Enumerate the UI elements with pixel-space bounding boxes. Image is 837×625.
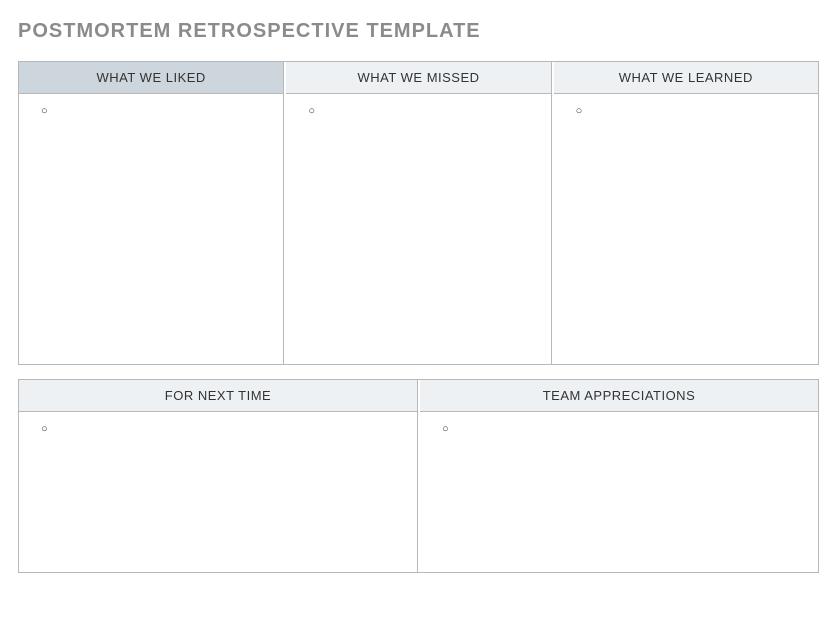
- col-what-we-liked: WHAT WE LIKED ○: [19, 62, 284, 364]
- col-body-missed[interactable]: ○: [286, 94, 550, 364]
- col-body-learned[interactable]: ○: [554, 94, 818, 364]
- bottom-row: FOR NEXT TIME ○ TEAM APPRECIATIONS ○: [18, 379, 819, 573]
- top-row: WHAT WE LIKED ○ WHAT WE MISSED ○ WHAT WE…: [18, 61, 819, 365]
- col-body-liked[interactable]: ○: [19, 94, 283, 364]
- bullet-icon: ○: [33, 106, 269, 117]
- col-header-missed: WHAT WE MISSED: [286, 62, 550, 94]
- bullet-icon: ○: [568, 106, 804, 117]
- bullet-icon: ○: [434, 424, 804, 435]
- col-header-next-time: FOR NEXT TIME: [19, 380, 417, 412]
- col-what-we-learned: WHAT WE LEARNED ○: [554, 62, 818, 364]
- col-what-we-missed: WHAT WE MISSED ○: [286, 62, 551, 364]
- bullet-icon: ○: [300, 106, 536, 117]
- page-title: POSTMORTEM RETROSPECTIVE TEMPLATE: [18, 20, 819, 43]
- col-header-appreciations: TEAM APPRECIATIONS: [420, 380, 818, 412]
- col-body-next-time[interactable]: ○: [19, 412, 417, 572]
- col-team-appreciations: TEAM APPRECIATIONS ○: [420, 380, 818, 572]
- col-for-next-time: FOR NEXT TIME ○: [19, 380, 418, 572]
- col-header-learned: WHAT WE LEARNED: [554, 62, 818, 94]
- bullet-icon: ○: [33, 424, 403, 435]
- col-header-liked: WHAT WE LIKED: [19, 62, 283, 94]
- col-body-appreciations[interactable]: ○: [420, 412, 818, 572]
